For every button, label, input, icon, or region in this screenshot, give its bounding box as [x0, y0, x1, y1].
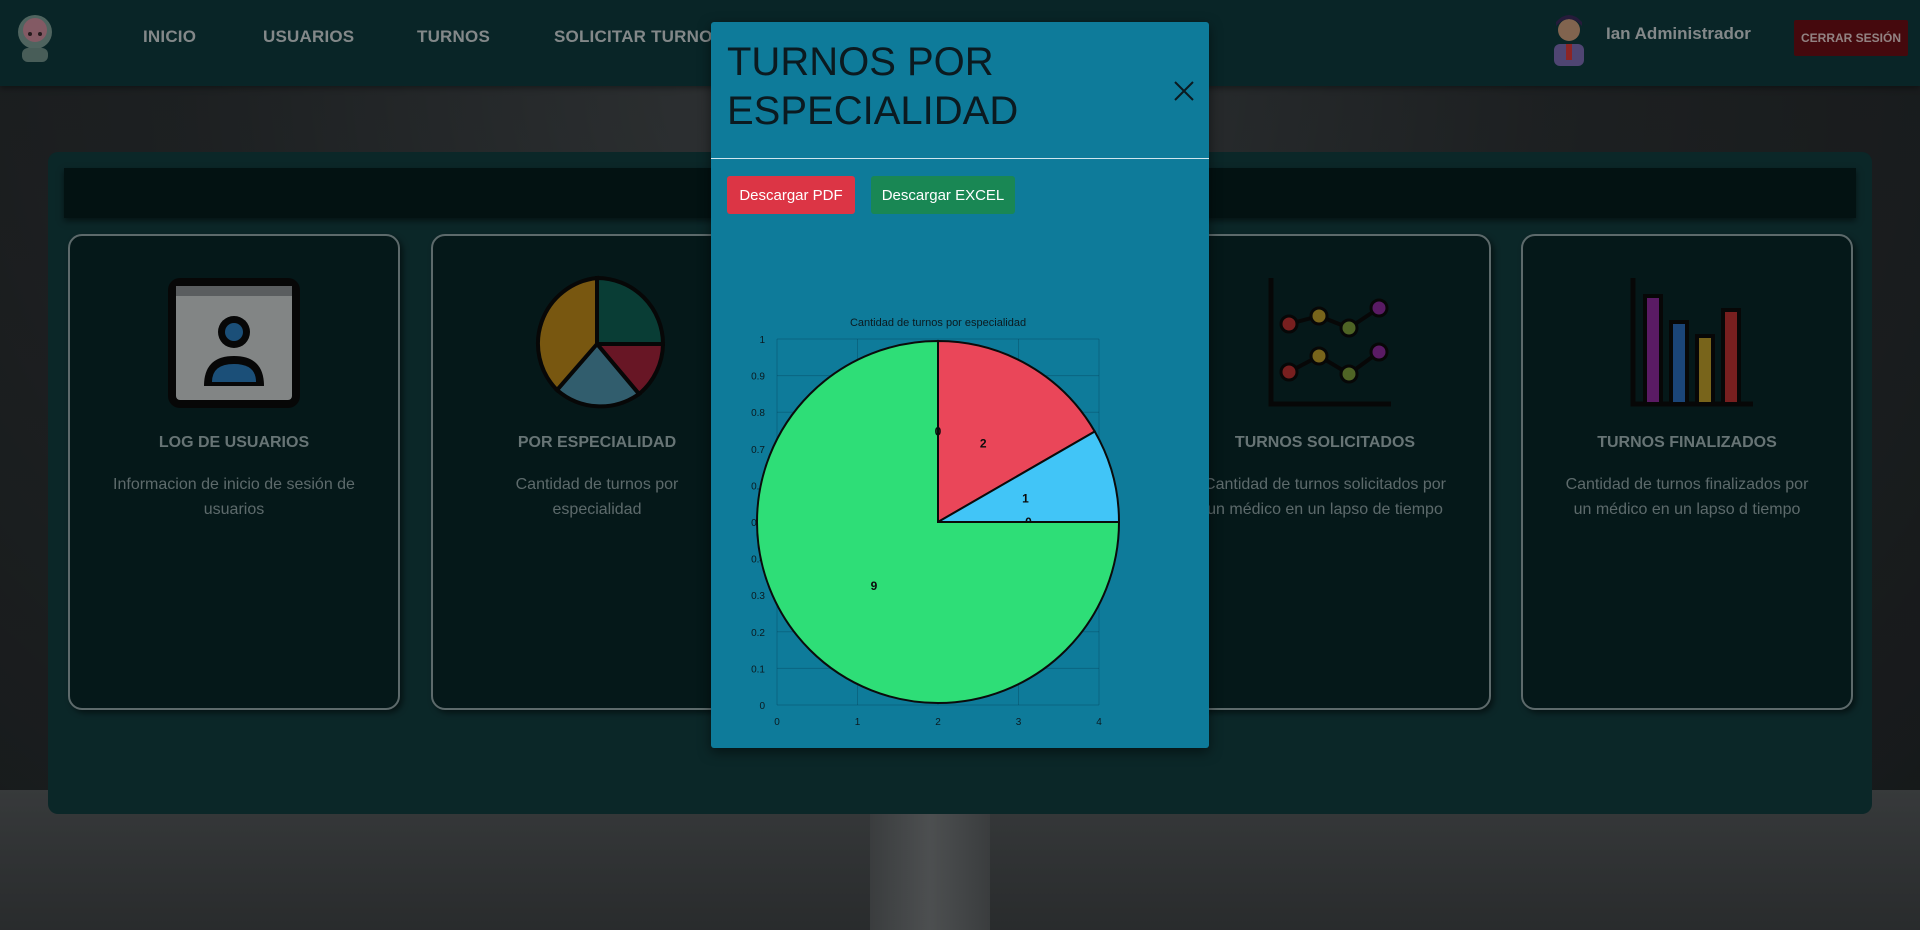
y-tick-label: 0.7 — [751, 445, 765, 456]
slice-value-label: 9 — [871, 579, 878, 593]
close-icon[interactable] — [1173, 80, 1195, 102]
slice-value-label: 1 — [1022, 492, 1029, 506]
y-tick-label: 1 — [759, 335, 765, 346]
modal-divider — [711, 158, 1209, 159]
chart-title: Cantidad de turnos por especialidad — [850, 317, 1026, 329]
modal-title: TURNOS POR ESPECIALIDAD — [727, 40, 1019, 133]
y-tick-label: 0.2 — [751, 628, 765, 639]
download-excel-button[interactable]: Descargar EXCEL — [871, 176, 1015, 214]
y-tick-label: 0.8 — [751, 408, 765, 419]
x-tick-label: 3 — [1016, 717, 1022, 728]
x-tick-label: 1 — [855, 717, 861, 728]
slice-value-label: 2 — [980, 437, 987, 451]
modal-turnos-por-especialidad: TURNOS POR ESPECIALIDAD Descargar PDF De… — [711, 22, 1209, 748]
x-tick-label: 4 — [1096, 717, 1102, 728]
y-tick-label: 0.3 — [751, 591, 765, 602]
y-tick-label: 0 — [759, 701, 765, 712]
download-pdf-button[interactable]: Descargar PDF — [727, 176, 855, 214]
y-tick-label: 0.1 — [751, 664, 765, 675]
pie-chart: Cantidad de turnos por especialidad 0 1 2 3 4… — [751, 317, 1121, 728]
x-tick-label: 2 — [935, 717, 941, 728]
slice-value-label: 0 — [935, 425, 942, 439]
x-tick-label: 0 — [774, 717, 780, 728]
y-tick-label: 0.9 — [751, 372, 765, 383]
